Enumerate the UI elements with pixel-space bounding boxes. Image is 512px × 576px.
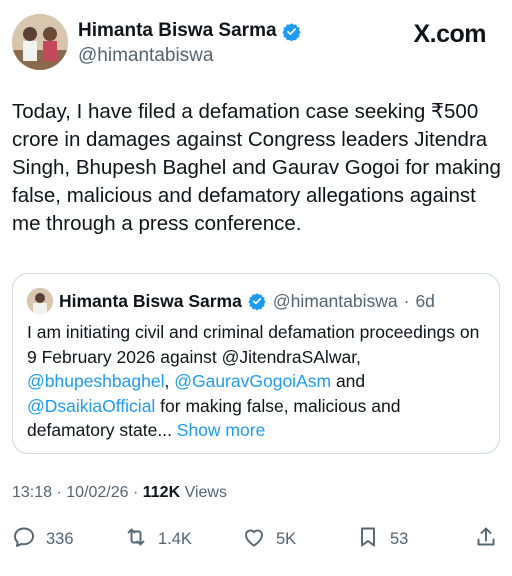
mention-link[interactable]: @DsaikiaOfficial bbox=[27, 396, 155, 416]
tweet-header: Himanta Biswa Sarma @himantabiswa X.com bbox=[12, 12, 500, 72]
tweet-time[interactable]: 13:18 bbox=[12, 484, 52, 501]
mention-link[interactable]: @bhupeshbaghel bbox=[27, 371, 164, 391]
quoted-text-part: , bbox=[164, 371, 170, 391]
author-name-row: Himanta Biswa Sarma bbox=[78, 20, 301, 42]
share-button[interactable] bbox=[474, 522, 498, 556]
show-more-link[interactable]: Show more bbox=[177, 420, 266, 440]
quoted-text-part: I am initiating civil and criminal defam… bbox=[27, 322, 480, 367]
quoted-author-avatar bbox=[27, 288, 53, 314]
repost-icon bbox=[124, 525, 148, 554]
share-icon bbox=[474, 525, 498, 554]
author-avatar[interactable] bbox=[12, 14, 68, 70]
views-label: Views bbox=[180, 484, 227, 501]
bookmark-count: 53 bbox=[390, 529, 409, 548]
tweet-date[interactable]: 10/02/26 bbox=[66, 484, 128, 501]
action-bar: 336 1.4K 5K 53 bbox=[0, 522, 512, 556]
views-count: 112K bbox=[142, 484, 181, 501]
verified-badge-icon bbox=[281, 22, 301, 42]
meta-separator: · bbox=[128, 484, 143, 501]
site-logo: X.com bbox=[413, 20, 486, 48]
author-handle[interactable]: @himantabiswa bbox=[78, 45, 213, 67]
tweet-meta: 13:18 · 10/02/26 · 112K Views bbox=[12, 484, 227, 502]
mention-link[interactable]: @GauravGogoiAsm bbox=[174, 371, 331, 391]
like-button[interactable]: 5K bbox=[242, 522, 296, 556]
quoted-tweet-header: Himanta Biswa Sarma @himantabiswa · 6d bbox=[27, 288, 435, 314]
bookmark-icon bbox=[356, 525, 380, 554]
quoted-tweet-age: 6d bbox=[415, 290, 435, 311]
meta-separator: · bbox=[52, 484, 67, 501]
meta-separator: · bbox=[403, 290, 410, 311]
repost-count: 1.4K bbox=[158, 529, 192, 548]
reply-button[interactable]: 336 bbox=[12, 522, 74, 556]
reply-icon bbox=[12, 525, 36, 554]
quoted-author-name: Himanta Biswa Sarma bbox=[59, 290, 242, 311]
like-icon bbox=[242, 525, 266, 554]
repost-button[interactable]: 1.4K bbox=[124, 522, 192, 556]
quoted-tweet[interactable]: Himanta Biswa Sarma @himantabiswa · 6d I… bbox=[12, 273, 500, 454]
quoted-text-part: and bbox=[331, 371, 366, 391]
verified-badge-icon bbox=[248, 292, 267, 311]
reply-count: 336 bbox=[46, 529, 74, 548]
like-count: 5K bbox=[276, 529, 297, 548]
bookmark-button[interactable]: 53 bbox=[356, 522, 408, 556]
quoted-tweet-text: I am initiating civil and criminal defam… bbox=[27, 320, 489, 443]
tweet-text: Today, I have filed a defamation case se… bbox=[12, 100, 501, 235]
quoted-author-handle: @himantabiswa bbox=[272, 290, 398, 311]
author-name[interactable]: Himanta Biswa Sarma bbox=[78, 20, 277, 42]
